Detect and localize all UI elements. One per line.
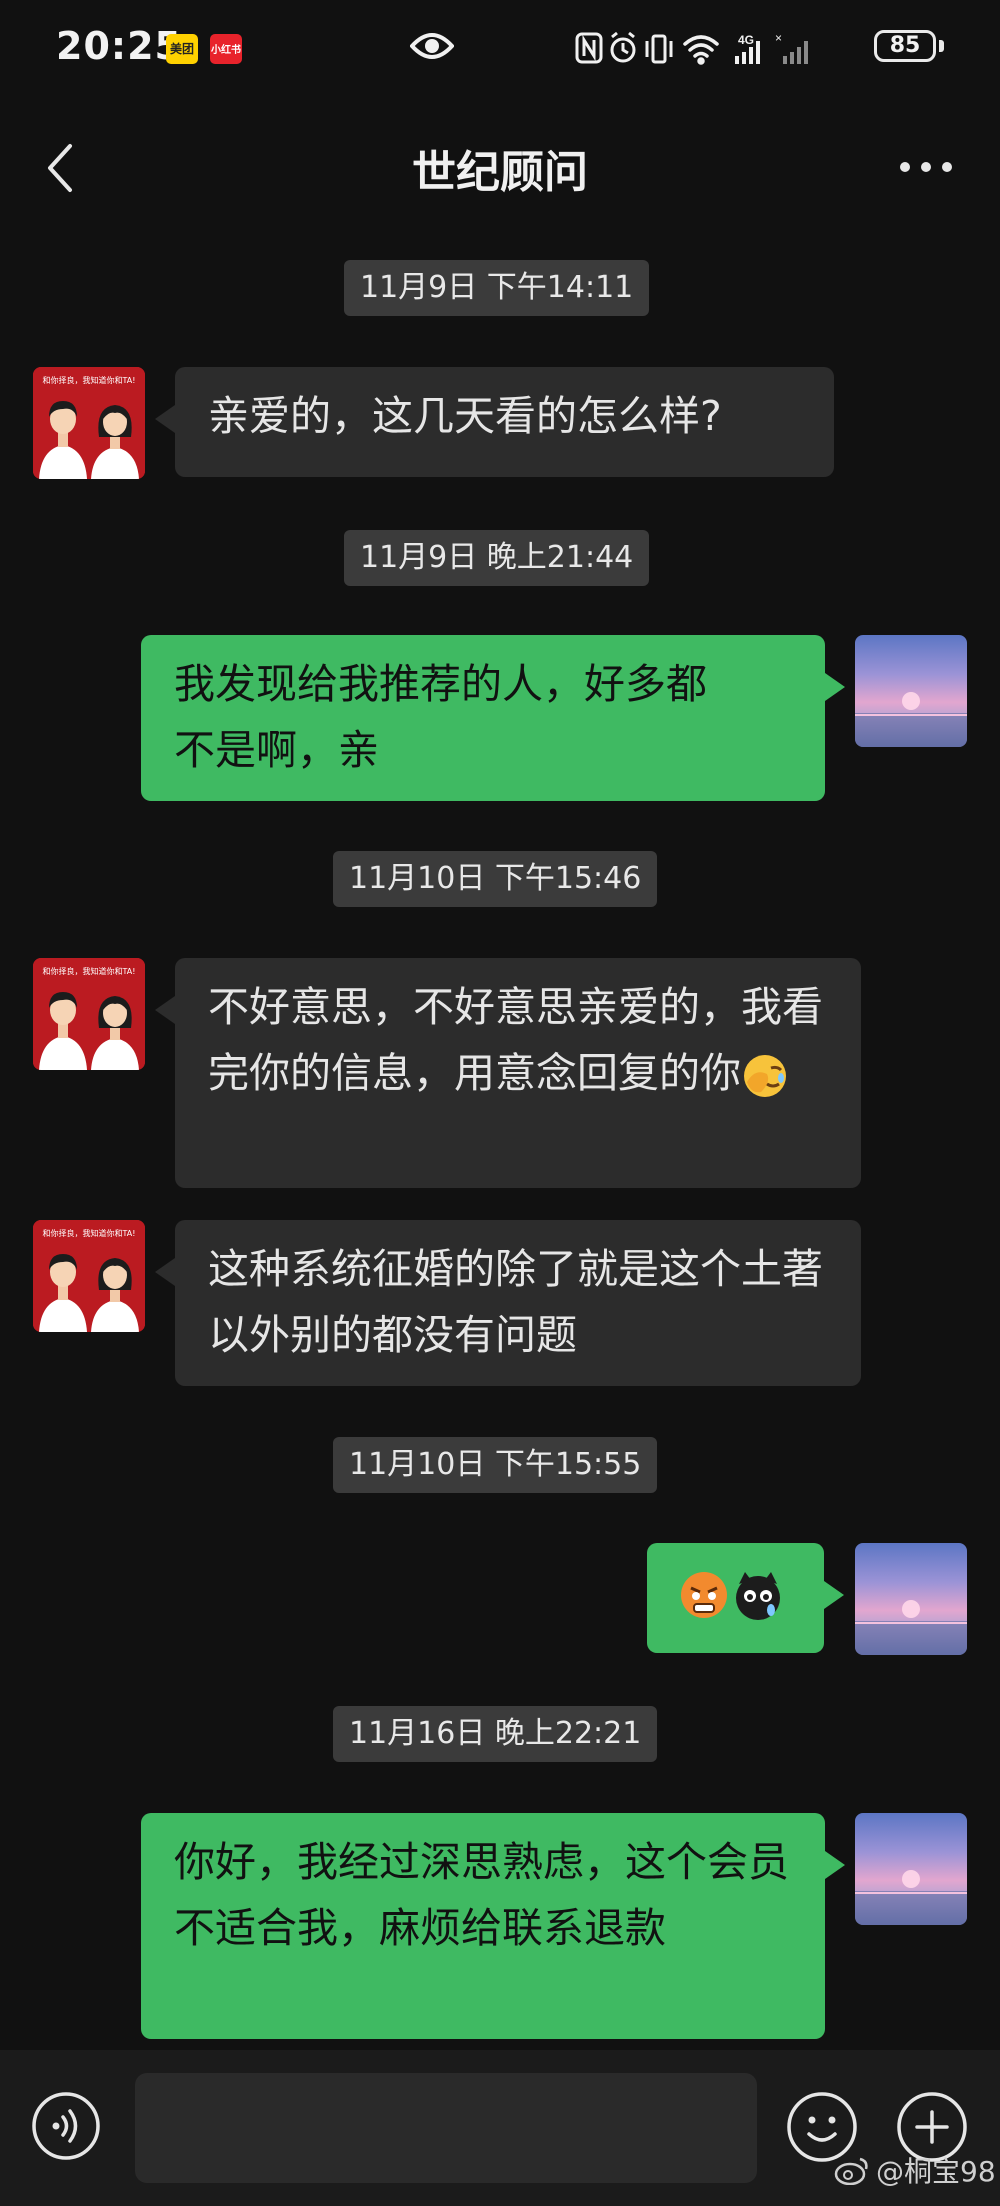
sunset-photo-icon: [855, 1600, 967, 1655]
outgoing-message[interactable]: 我发现给我推荐的人，好多都 不是啊，亲: [141, 635, 845, 801]
chat-title: 世纪顾问: [412, 147, 588, 198]
battery-cap: [939, 40, 944, 52]
incoming-message[interactable]: 亲爱的，这几天看的怎么样?: [155, 367, 834, 477]
angry-face-emoji-icon: [681, 1572, 727, 1618]
time-stamp: 11月9日 下午14:11: [344, 260, 650, 316]
svg-text:4G: 4G: [738, 33, 754, 47]
signal-icon-2: [783, 41, 808, 64]
user-avatar[interactable]: [855, 1543, 967, 1655]
wifi-icon: [683, 35, 719, 65]
svg-text:和你择良，我知道你和TA!: 和你择良，我知道你和TA!: [43, 966, 136, 976]
couple-illustration-icon: 和你择良，我知道你和TA!: [33, 958, 145, 1070]
chat-header: 世纪顾问: [0, 100, 1000, 230]
meituan-notification-icon: 美团: [166, 34, 198, 64]
svg-text:×: ×: [775, 31, 782, 45]
voice-input-icon[interactable]: [30, 2090, 102, 2162]
time-stamp: 11月10日 下午15:46: [333, 851, 658, 907]
crying-cat-emoji-icon: [736, 1572, 780, 1620]
status-bar: 20:25 美团 小红书 4G × 85: [0, 0, 1000, 100]
incoming-message[interactable]: 这种系统征婚的除了就是这个土著以外别的都没有问题: [155, 1220, 861, 1386]
outgoing-message[interactable]: [647, 1543, 844, 1653]
time-stamp: 11月9日 晚上21:44: [344, 530, 650, 586]
outgoing-message[interactable]: 你好，我经过深思熟虑，这个会员不适合我，麻烦给联系退款: [141, 1813, 845, 2039]
sunset-photo-icon: [855, 1870, 967, 1925]
weibo-watermark: @桐宝98: [834, 2150, 996, 2190]
battery-indicator: 85: [874, 30, 936, 62]
status-icons: 4G ×: [575, 31, 808, 65]
time-stamp: 11月16日 晚上22:21: [333, 1706, 658, 1762]
eye-comfort-icon: [410, 33, 454, 59]
alarm-icon: [610, 31, 636, 63]
counselor-avatar[interactable]: 和你择良，我知道你和TA!: [33, 958, 145, 1070]
nfc-icon: [575, 32, 603, 64]
counselor-avatar[interactable]: 和你择良，我知道你和TA!: [33, 1220, 145, 1332]
user-avatar[interactable]: [855, 635, 967, 747]
couple-illustration-icon: 和你择良，我知道你和TA!: [33, 1220, 145, 1332]
incoming-message[interactable]: 不好意思，不好意思亲爱的，我看完你的信息，用意念回复的你: [155, 958, 861, 1188]
time-stamp: 11月10日 下午15:55: [333, 1437, 658, 1493]
sunset-photo-icon: [855, 692, 967, 747]
status-time: 20:25: [56, 24, 182, 68]
svg-text:和你择良，我知道你和TA!: 和你择良，我知道你和TA!: [43, 1228, 136, 1238]
more-options-icon[interactable]: [896, 160, 956, 174]
user-avatar[interactable]: [855, 1813, 967, 1925]
vibrate-icon: [645, 34, 673, 64]
weibo-logo-icon: [834, 2157, 868, 2185]
xiaohongshu-notification-icon: 小红书: [210, 34, 242, 64]
facepalm-emoji-icon: [744, 1055, 786, 1097]
couple-illustration-icon: 和你择良，我知道你和TA!: [33, 367, 145, 479]
svg-text:和你择良，我知道你和TA!: 和你择良，我知道你和TA!: [43, 375, 136, 385]
counselor-avatar[interactable]: 和你择良，我知道你和TA!: [33, 367, 145, 479]
message-input[interactable]: [135, 2073, 757, 2183]
